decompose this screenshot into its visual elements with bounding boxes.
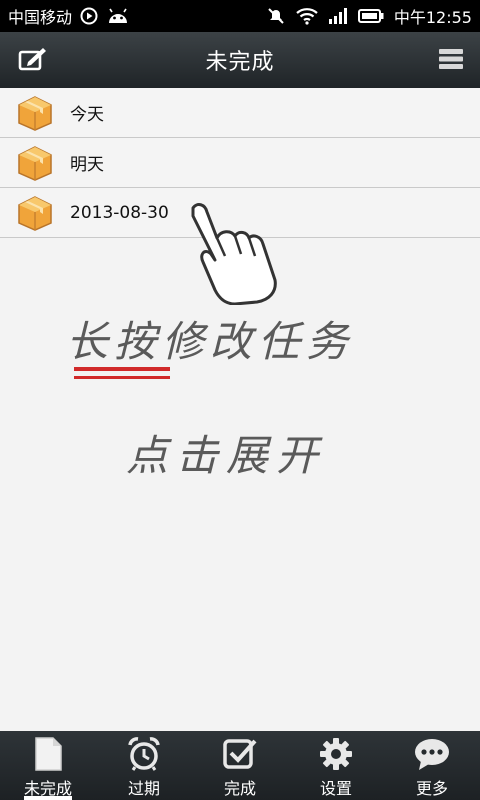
tab-label: 未完成 bbox=[23, 779, 72, 798]
list-item-tomorrow[interactable]: 明天 bbox=[0, 138, 480, 188]
tab-label: 设置 bbox=[319, 779, 352, 798]
chat-bubble-icon bbox=[412, 735, 452, 773]
tab-label: 完成 bbox=[223, 779, 256, 798]
box-icon bbox=[16, 144, 54, 182]
hint-long-press: 长按修改任务 bbox=[66, 317, 355, 366]
signal-icon bbox=[328, 7, 348, 25]
tab-label: 过期 bbox=[127, 779, 160, 798]
document-icon bbox=[28, 735, 68, 773]
wifi-icon bbox=[296, 7, 318, 25]
pointing-hand-icon bbox=[185, 200, 285, 309]
menu-icon bbox=[438, 48, 464, 74]
list-item-label: 今天 bbox=[70, 105, 104, 125]
android-icon bbox=[106, 7, 130, 25]
tab-completed[interactable]: 完成 bbox=[192, 731, 288, 800]
gear-icon bbox=[316, 735, 356, 773]
tab-overdue[interactable]: 过期 bbox=[96, 731, 192, 800]
menu-button[interactable] bbox=[434, 44, 468, 78]
title-bar: 未完成 bbox=[0, 32, 480, 88]
list-item-label: 2013-08-30 bbox=[70, 202, 169, 223]
battery-icon bbox=[357, 8, 384, 24]
tab-incomplete[interactable]: 未完成 bbox=[0, 731, 96, 800]
status-bar: 中国移动 中午12:55 bbox=[0, 0, 480, 32]
page-title: 未完成 bbox=[205, 50, 275, 75]
tab-settings[interactable]: 设置 bbox=[288, 731, 384, 800]
mute-icon bbox=[266, 6, 286, 26]
edit-icon bbox=[18, 46, 48, 76]
box-icon bbox=[16, 94, 54, 132]
box-icon bbox=[16, 194, 54, 232]
list-item-today[interactable]: 今天 bbox=[0, 88, 480, 138]
alarm-clock-icon bbox=[124, 735, 164, 773]
hint-underline bbox=[74, 376, 170, 379]
play-icon bbox=[80, 7, 98, 25]
hint-underline bbox=[74, 367, 170, 371]
clock-label: 中午12:55 bbox=[393, 8, 472, 27]
tab-more[interactable]: 更多 bbox=[384, 731, 480, 800]
carrier-label: 中国移动 bbox=[8, 8, 73, 27]
edit-button[interactable] bbox=[16, 44, 50, 78]
checkbox-icon bbox=[220, 735, 260, 773]
hint-tap-expand: 点击展开 bbox=[126, 431, 327, 480]
list-item-label: 明天 bbox=[70, 155, 104, 175]
tab-label: 更多 bbox=[415, 779, 448, 798]
bottom-nav: 未完成 过期 完成 设置 更多 bbox=[0, 731, 480, 800]
